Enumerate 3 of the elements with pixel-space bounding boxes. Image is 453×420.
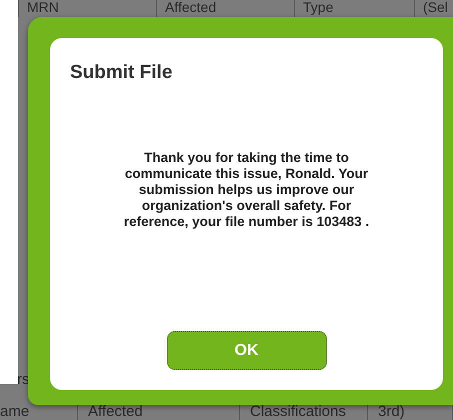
dialog-message: Thank you for taking the time to communicate this issue, Ronald. Your submission helps us improve our organization's overall safety. For reference, your file number is 103483 . (122, 150, 370, 230)
dialog-title: Submit File (70, 62, 174, 84)
ok-button[interactable]: OK (166, 331, 326, 370)
